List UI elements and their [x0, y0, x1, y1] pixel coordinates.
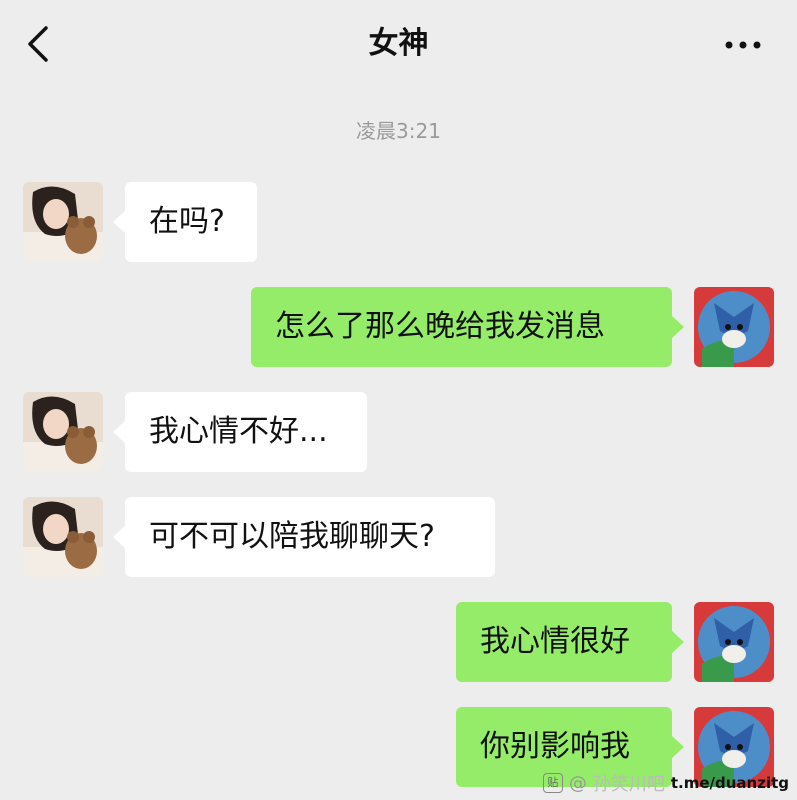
contact-avatar[interactable]	[23, 497, 103, 577]
top-bar: 女神	[0, 0, 797, 88]
message-text: 我心情不好...	[149, 414, 328, 449]
message-bubble-incoming[interactable]: 在吗?	[113, 182, 257, 262]
watermark-at: @	[568, 772, 587, 794]
message-text: 可不可以陪我聊聊天?	[149, 519, 435, 554]
watermark-link: t.me/duanzitg	[670, 774, 789, 792]
contact-avatar[interactable]	[23, 392, 103, 472]
watermark-badge-icon: 贴	[542, 773, 563, 793]
more-dots-icon[interactable]	[723, 24, 763, 64]
my-avatar[interactable]	[694, 287, 774, 367]
message-text: 你别影响我	[480, 729, 630, 764]
my-avatar[interactable]	[694, 602, 774, 682]
watermark: 贴 @ 孙笑川吧 t.me/duanzitg	[542, 770, 789, 796]
message-text: 怎么了那么晚给我发消息	[275, 309, 605, 344]
message-bubble-incoming[interactable]: 我心情不好...	[113, 392, 367, 472]
message-text: 我心情很好	[480, 624, 630, 659]
contact-avatar[interactable]	[23, 182, 103, 262]
message-timestamp: 凌晨3:21	[356, 119, 441, 143]
message-bubble-outgoing[interactable]: 我心情很好	[456, 602, 684, 682]
message-text: 在吗?	[149, 204, 225, 239]
watermark-handle: 孙笑川吧	[592, 774, 665, 795]
chat-title: 女神	[368, 26, 429, 61]
message-bubble-outgoing[interactable]: 怎么了那么晚给我发消息	[251, 287, 684, 367]
message-bubble-incoming[interactable]: 可不可以陪我聊聊天?	[113, 497, 495, 577]
